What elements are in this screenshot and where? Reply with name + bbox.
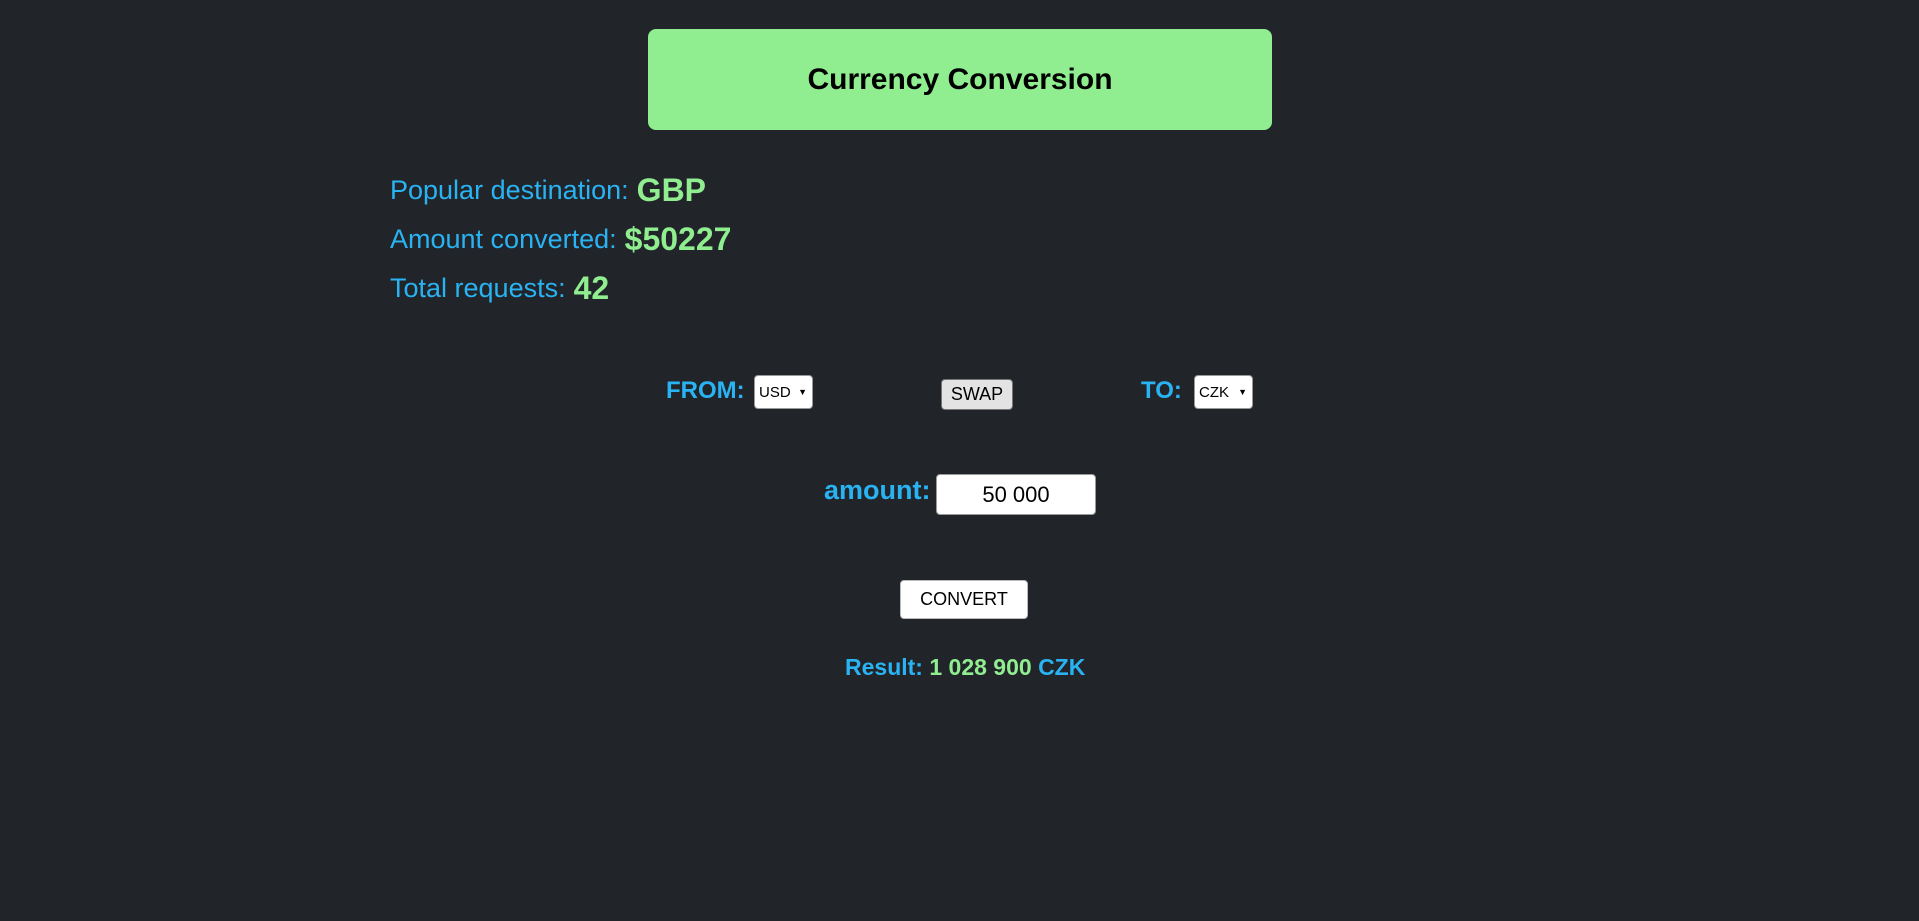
- dropdown-arrow-icon: ▼: [1238, 387, 1247, 397]
- stat-value: 42: [573, 270, 610, 306]
- stat-value: GBP: [636, 172, 707, 208]
- from-currency-select[interactable]: USD ▼: [754, 375, 813, 409]
- convert-button[interactable]: CONVERT: [900, 580, 1028, 619]
- stats-panel: Popular destination: GBP Amount converte…: [390, 166, 731, 313]
- stat-amount-converted: Amount converted: $50227: [390, 215, 731, 264]
- stat-total-requests: Total requests: 42: [390, 264, 731, 313]
- stat-popular-destination: Popular destination: GBP: [390, 166, 731, 215]
- stat-label: Popular destination:: [390, 175, 629, 205]
- result-value: 1 028 900: [929, 654, 1032, 680]
- header-banner: Currency Conversion: [648, 29, 1272, 130]
- amount-label: amount:: [824, 475, 931, 505]
- from-currency-value: USD: [759, 383, 791, 401]
- result-line: Result: 1 028 900 CZK: [845, 654, 1085, 681]
- page-title: Currency Conversion: [807, 62, 1113, 96]
- dropdown-arrow-icon: ▼: [798, 387, 807, 397]
- amount-input[interactable]: [936, 474, 1096, 515]
- to-currency-value: CZK: [1199, 383, 1229, 401]
- result-currency: CZK: [1038, 654, 1086, 680]
- to-currency-select[interactable]: CZK ▼: [1194, 375, 1253, 409]
- to-label: TO:: [1141, 377, 1182, 404]
- stat-value: $50227: [624, 221, 732, 257]
- page: Currency Conversion Popular destination:…: [0, 0, 1919, 921]
- stat-label: Amount converted:: [390, 224, 617, 254]
- from-label: FROM:: [666, 377, 745, 404]
- swap-button[interactable]: SWAP: [941, 379, 1013, 410]
- result-label: Result:: [845, 654, 923, 680]
- stat-label: Total requests:: [390, 273, 566, 303]
